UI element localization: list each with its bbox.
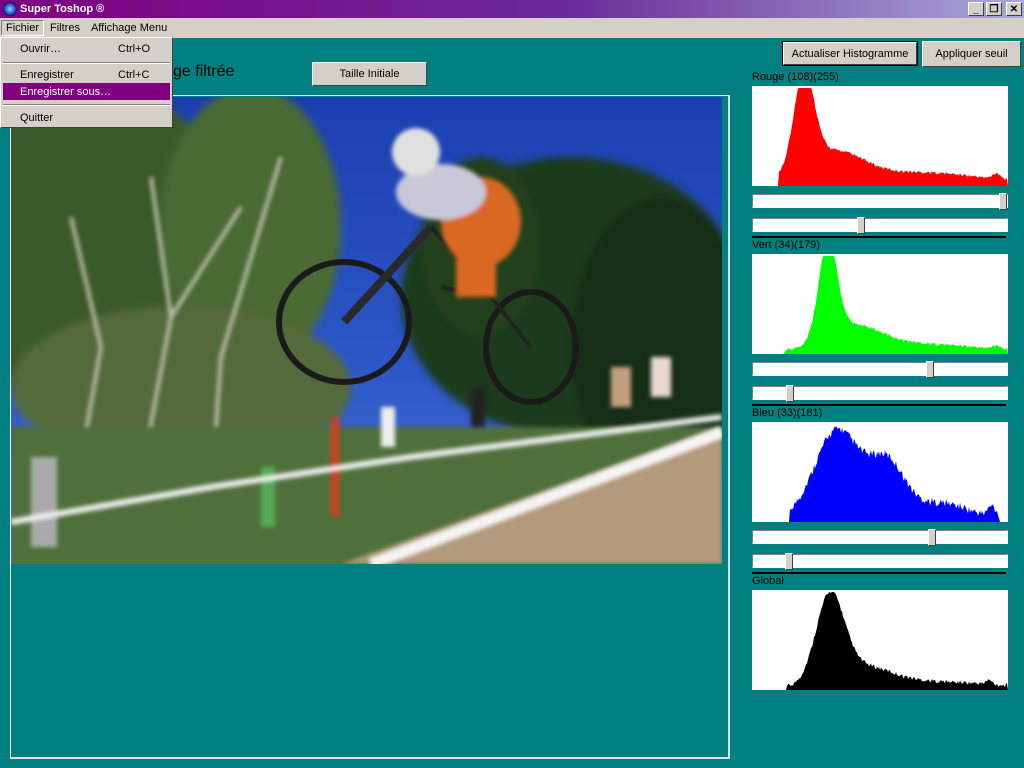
taille-initiale-button[interactable]: Taille Initiale [312,62,427,86]
app-icon [3,2,17,16]
bleu-max-thumb[interactable] [927,529,936,546]
actualiser-histogramme-button[interactable]: Actualiser Histogramme [782,41,918,66]
vert-divider [752,404,1006,406]
window-title: Super Toshop ® [20,3,105,15]
title-bar: Super Toshop ® _ ❐ ✕ [0,0,1024,18]
global-histogram [752,590,1008,690]
vert-max-slider[interactable] [752,361,1008,378]
rouge-min-thumb[interactable] [857,217,866,234]
vert-histogram [752,254,1008,354]
menu-separator [3,104,170,106]
global-label: Global [752,575,784,587]
menu-filtres[interactable]: Filtres [45,20,85,36]
menu-separator [3,62,170,64]
bleu-divider [752,572,1006,574]
image-heading: ge filtrée [173,63,235,80]
menu-enregistrer-sous-label: Enregistrer sous… [20,85,112,98]
bleu-label: Bleu (33)(181) [752,407,823,419]
close-button[interactable]: ✕ [1006,2,1022,16]
rouge-histogram [752,86,1008,186]
vert-max-thumb[interactable] [925,361,934,378]
menu-enregistrer-sous[interactable]: Enregistrer sous… [3,83,170,100]
rouge-histogram-shape [752,88,1008,186]
vert-label: Vert (34)(179) [752,239,820,251]
menu-enregistrer-label: Enregistrer [20,68,74,81]
menu-ouvrir[interactable]: Ouvrir… Ctrl+O [3,40,170,57]
window-controls: _ ❐ ✕ [968,2,1022,16]
menu-quitter[interactable]: Quitter [3,109,170,126]
bleu-min-thumb[interactable] [784,553,793,570]
vert-histogram-shape [752,256,1008,354]
menu-enregistrer[interactable]: Enregistrer Ctrl+C [3,66,170,83]
rouge-max-slider[interactable] [752,193,1008,210]
global-histogram-shape [752,592,1008,690]
filtered-image [11,97,722,564]
vert-min-slider[interactable] [752,385,1008,402]
appliquer-seuil-button[interactable]: Appliquer seuil [922,41,1021,67]
bleu-min-slider[interactable] [752,553,1008,570]
minimize-button[interactable]: _ [968,2,984,16]
rouge-label: Rouge (108)(255) [752,71,839,83]
rouge-max-thumb[interactable] [999,193,1007,210]
menu-enregistrer-shortcut: Ctrl+C [118,68,150,81]
menu-bar: Fichier Filtres Affichage Menu [0,18,1024,38]
vert-min-thumb[interactable] [785,385,794,402]
menu-affichage[interactable]: Affichage Menu [86,20,172,36]
menu-ouvrir-label: Ouvrir… [20,42,61,55]
rouge-min-slider[interactable] [752,217,1008,234]
rouge-divider [752,236,1006,238]
bleu-histogram [752,422,1008,522]
bleu-max-slider[interactable] [752,529,1008,546]
restore-button[interactable]: ❐ [986,2,1002,16]
menu-ouvrir-shortcut: Ctrl+O [118,42,151,55]
menu-quitter-label: Quitter [20,111,54,124]
bleu-histogram-shape [752,425,1008,522]
fichier-dropdown: Ouvrir… Ctrl+O Enregistrer Ctrl+C Enregi… [0,37,173,128]
menu-fichier[interactable]: Fichier [1,20,45,36]
